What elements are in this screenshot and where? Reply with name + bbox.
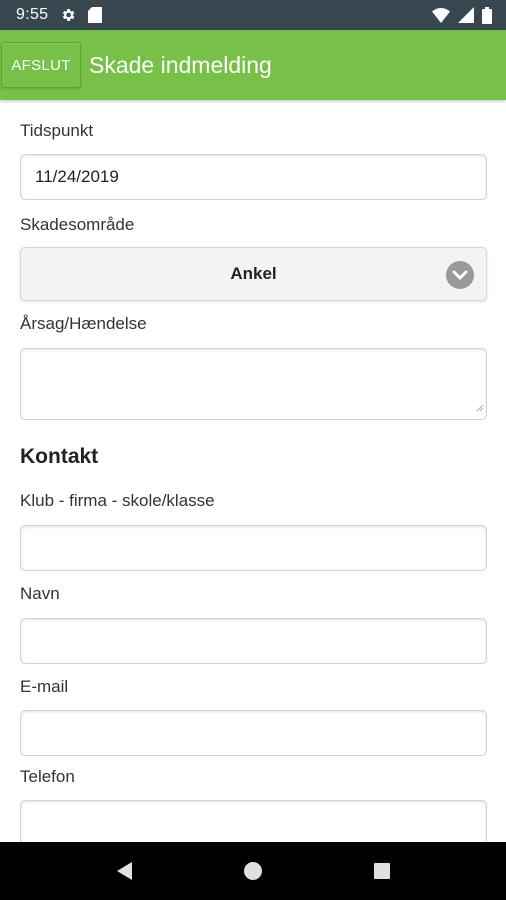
battery-icon [482, 6, 492, 24]
aarsag-label: Årsag/Hændelse [20, 314, 147, 333]
home-icon[interactable] [233, 851, 273, 891]
app-bar: AFSLUT Skade indmelding [0, 30, 506, 100]
tidspunkt-input[interactable]: 11/24/2019 [20, 154, 487, 200]
wifi-icon [432, 7, 450, 23]
resize-grip-icon[interactable] [476, 399, 484, 417]
afslut-button[interactable]: AFSLUT [1, 42, 81, 88]
email-input[interactable] [20, 710, 487, 756]
telefon-input[interactable] [20, 800, 487, 846]
skadesomraade-selected-value: Ankel [230, 264, 277, 283]
damage-report-form: Tidspunkt 11/24/2019 Skadesområde Ankel … [20, 100, 488, 846]
status-bar: 9:55 [0, 0, 506, 30]
telefon-label: Telefon [20, 767, 75, 786]
email-label: E-mail [20, 677, 69, 696]
chevron-down-icon [446, 261, 474, 289]
recents-icon[interactable] [362, 851, 402, 891]
tidspunkt-label: Tidspunkt [20, 121, 94, 140]
page-title: Skade indmelding [89, 51, 272, 78]
gear-icon [60, 7, 76, 23]
skadesomraade-select[interactable]: Ankel [20, 247, 487, 301]
status-time: 9:55 [16, 6, 49, 23]
skadesomraade-label: Skadesområde [20, 215, 135, 234]
navn-input[interactable] [20, 618, 487, 664]
klub-input[interactable] [20, 525, 487, 571]
signal-icon [458, 7, 474, 23]
aarsag-textarea[interactable] [20, 348, 487, 420]
navigation-bar [0, 842, 506, 900]
klub-label: Klub - firma - skole/klasse [20, 491, 215, 510]
back-icon[interactable] [104, 851, 144, 891]
sd-card-icon [88, 7, 103, 23]
navn-label: Navn [20, 584, 60, 603]
kontakt-heading: Kontakt [20, 445, 99, 468]
